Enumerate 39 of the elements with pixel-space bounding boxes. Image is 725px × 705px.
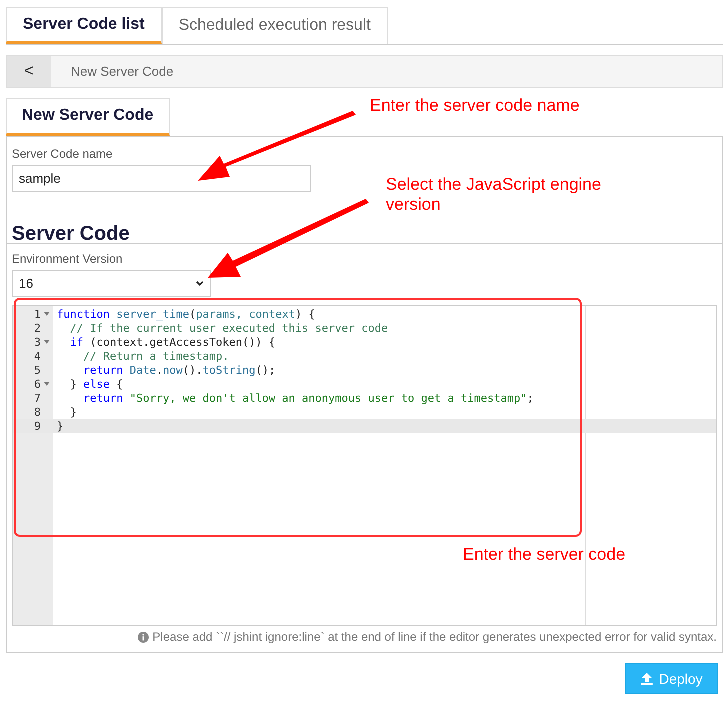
code-line: } bbox=[69, 406, 77, 418]
breadcrumb-title: New Server Code bbox=[71, 64, 174, 79]
name-input[interactable]: sample bbox=[12, 165, 311, 192]
fold-icon[interactable] bbox=[44, 382, 50, 386]
version-select[interactable]: 16 bbox=[12, 270, 211, 297]
code-line: if (context.getAccessToken()) { bbox=[69, 336, 276, 348]
back-button[interactable]: < bbox=[7, 56, 51, 87]
fold-icon[interactable] bbox=[44, 312, 50, 316]
line-number: 9 bbox=[33, 420, 41, 432]
tab[interactable]: New Server Code bbox=[6, 98, 170, 136]
tab[interactable]: Scheduled execution result bbox=[162, 7, 388, 44]
code-line: } bbox=[56, 420, 64, 432]
tab[interactable]: Server Code list bbox=[6, 7, 162, 44]
line-number: 5 bbox=[33, 364, 41, 376]
caret-icon bbox=[196, 280, 204, 286]
annotation-text: Select the JavaScript engine version bbox=[386, 175, 602, 215]
annotation-text: Enter the server code bbox=[463, 545, 626, 565]
code-line: function server_time(params, context) { bbox=[56, 308, 316, 320]
annotation-text: Enter the server code name bbox=[370, 96, 580, 116]
info-icon bbox=[138, 632, 149, 642]
upload-icon bbox=[640, 672, 654, 686]
line-number: 4 bbox=[33, 350, 41, 362]
line-number: 8 bbox=[33, 406, 41, 418]
code-line: return "Sorry, we don't allow an anonymous user to get a timestamp"; bbox=[82, 392, 534, 404]
line-number: 6 bbox=[33, 378, 41, 390]
section-title: Server Code bbox=[12, 223, 130, 245]
code-line: // If the current user executed this server code bbox=[69, 322, 388, 334]
code-line: } else { bbox=[69, 378, 124, 390]
line-number: 7 bbox=[33, 392, 41, 404]
code-line: return Date.now().toString(); bbox=[82, 364, 276, 376]
hint-text: Please add ``// jshint ignore:line` at the end of line if the editor generates unexpected error for valid syntax. bbox=[152, 630, 717, 644]
field-label: Server Code name bbox=[12, 147, 113, 161]
line-number: 3 bbox=[33, 336, 41, 348]
code-line: // Return a timestamp. bbox=[82, 350, 230, 362]
field-label: Environment Version bbox=[12, 252, 123, 266]
fold-icon[interactable] bbox=[44, 340, 50, 344]
line-number: 1 bbox=[33, 308, 41, 320]
code-editor[interactable] bbox=[12, 305, 717, 626]
line-number: 2 bbox=[33, 322, 41, 334]
